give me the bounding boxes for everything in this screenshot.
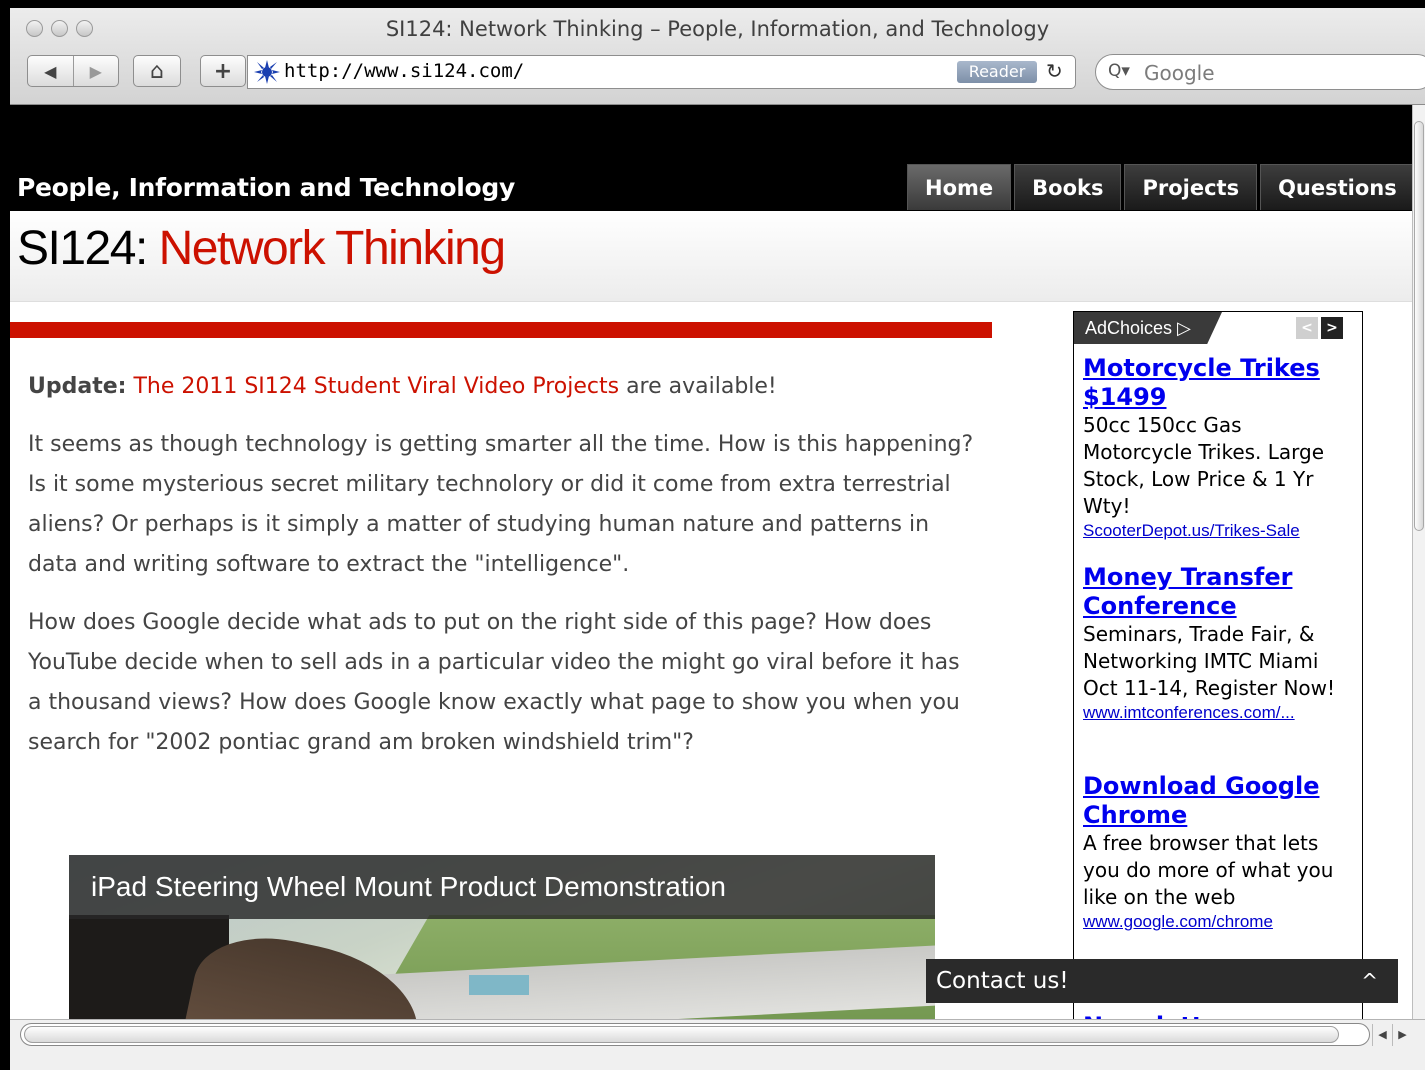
update-suffix: are available! [626, 374, 777, 399]
ad-headline[interactable]: Download Google Chrome [1083, 772, 1355, 830]
back-forward-buttons: ◀ ▶ [27, 55, 119, 87]
update-label: Update: [28, 374, 127, 399]
ad-url[interactable]: www.google.com/chrome [1083, 911, 1355, 932]
site-name[interactable]: People, Information and Technology [17, 173, 515, 202]
ad-headline[interactable]: Motorcycle Trikes $1499 [1083, 354, 1355, 412]
reload-icon[interactable]: ↻ [1046, 59, 1063, 83]
ad-header: AdChoices ▷ < > [1074, 312, 1362, 344]
site-header: People, Information and Technology Home … [10, 105, 1412, 211]
ad-description: 50cc 150cc Gas Motorcycle Trikes. Large … [1083, 413, 1325, 518]
search-placeholder: Google [1144, 61, 1215, 85]
ad-description: A free browser that lets you do more of … [1083, 831, 1334, 909]
ad-sidebar: AdChoices ▷ < > Motorcycle Trikes $1499 … [1073, 311, 1363, 1025]
viral-video-projects-link[interactable]: The 2011 SI124 Student Viral Video Proje… [133, 374, 619, 399]
intro-paragraph: It seems as though technology is getting… [28, 432, 974, 577]
ad-item: Download Google Chrome A free browser th… [1083, 772, 1355, 932]
plus-icon: + [213, 58, 233, 84]
browser-window: SI124: Network Thinking – People, Inform… [10, 8, 1425, 1070]
accent-divider [10, 322, 992, 338]
vertical-scrollbar[interactable] [1412, 105, 1425, 1025]
horizontal-scrollbar: ◀ ▶ [10, 1019, 1425, 1070]
contact-us-label: Contact us! [936, 968, 1069, 994]
scroll-left-icon[interactable]: ◀ [1372, 1024, 1392, 1046]
home-button[interactable]: ⌂ [133, 55, 181, 87]
tab-questions[interactable]: Questions [1260, 164, 1412, 210]
adchoices-link[interactable]: AdChoices ▷ [1074, 312, 1222, 344]
horizontal-scroll-thumb[interactable] [24, 1026, 1339, 1043]
page-title-highlight: Network Thinking [158, 222, 506, 275]
page-title-prefix: SI124: [17, 222, 148, 275]
embedded-video[interactable]: iPad Steering Wheel Mount Product Demons… [69, 855, 935, 1025]
forward-icon[interactable]: ▶ [74, 62, 119, 81]
site-nav: Home Books Projects Questions [907, 164, 1412, 210]
ad-item: Money Transfer Conference Seminars, Trad… [1083, 563, 1355, 723]
browser-toolbar: SI124: Network Thinking – People, Inform… [10, 8, 1425, 105]
tab-projects[interactable]: Projects [1124, 164, 1258, 210]
window-title: SI124: Network Thinking – People, Inform… [385, 17, 1050, 41]
tab-books[interactable]: Books [1014, 164, 1122, 210]
home-icon: ⌂ [150, 58, 164, 84]
questions-paragraph: How does Google decide what ads to put o… [28, 610, 960, 755]
ad-url[interactable]: www.imtconferences.com/... [1083, 702, 1355, 723]
scroll-right-icon[interactable]: ▶ [1392, 1024, 1412, 1046]
add-bookmark-button[interactable]: + [200, 55, 246, 87]
site-favicon-icon [254, 60, 280, 84]
reader-button[interactable]: Reader [957, 61, 1037, 83]
url-text[interactable]: http://www.si124.com/ [284, 60, 524, 82]
ad-prev-icon[interactable]: < [1296, 317, 1318, 339]
ad-description: Seminars, Trade Fair, & Networking IMTC … [1083, 622, 1336, 700]
update-notice: Update: The 2011 SI124 Student Viral Vid… [28, 367, 978, 407]
search-field[interactable]: Q▾ Google [1095, 54, 1425, 90]
page-viewport: People, Information and Technology Home … [10, 105, 1412, 1025]
ad-headline[interactable]: Money Transfer Conference [1083, 563, 1355, 621]
title-band: SI124: Network Thinking [10, 211, 1412, 302]
video-title[interactable]: iPad Steering Wheel Mount Product Demons… [69, 855, 935, 919]
vertical-scroll-thumb[interactable] [1414, 121, 1424, 531]
ad-item: Motorcycle Trikes $1499 50cc 150cc Gas M… [1083, 354, 1355, 541]
horizontal-scroll-arrows: ◀ ▶ [1372, 1024, 1412, 1046]
horizontal-scroll-track[interactable] [20, 1023, 1370, 1046]
back-icon[interactable]: ◀ [28, 62, 73, 81]
search-icon[interactable]: Q▾ [1108, 61, 1130, 81]
video-frame-object [469, 975, 529, 995]
ad-next-icon[interactable]: > [1321, 317, 1343, 339]
address-bar[interactable]: http://www.si124.com/ Reader ↻ [247, 55, 1076, 89]
ad-url[interactable]: ScooterDepot.us/Trikes-Sale [1083, 520, 1355, 541]
expand-caret-icon[interactable]: ^ [1361, 959, 1378, 1003]
contact-us-widget[interactable]: Contact us! ^ [926, 959, 1398, 1003]
article-body: Update: The 2011 SI124 Student Viral Vid… [28, 367, 978, 781]
page-title: SI124: Network Thinking [17, 221, 506, 276]
tab-home[interactable]: Home [907, 164, 1012, 210]
